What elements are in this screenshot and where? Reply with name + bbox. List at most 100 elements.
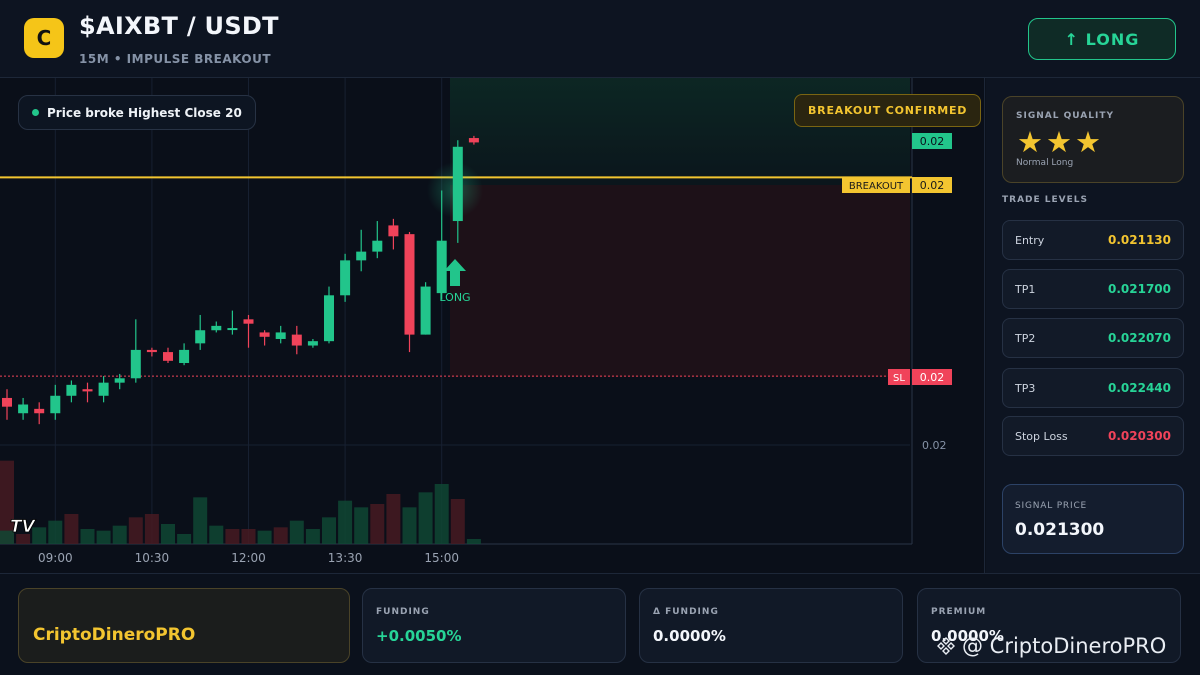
candle xyxy=(291,325,302,355)
candle-body xyxy=(259,332,270,337)
last-price-tag: 0.02 xyxy=(912,133,952,149)
svg-text:0.02: 0.02 xyxy=(920,135,945,148)
trade-level-tp1: TP1 0.021700 xyxy=(1002,269,1184,309)
trade-level-value: 0.021130 xyxy=(1107,233,1171,247)
volume-bar xyxy=(434,484,449,544)
volume-bar xyxy=(128,517,143,544)
volume-bar xyxy=(241,529,256,544)
candle xyxy=(307,338,318,348)
status-dot-icon xyxy=(32,109,39,116)
pair-subtitle: 15M • IMPULSE BREAKOUT xyxy=(79,52,272,66)
candle xyxy=(259,330,270,346)
candle-body xyxy=(146,349,157,353)
trade-level-label: TP3 xyxy=(1015,381,1036,395)
chart-canvas[interactable]: 09:00 10:30 12:00 13:30 15:00 LONG 0.02 BREA… xyxy=(0,78,985,573)
candle xyxy=(243,314,254,348)
brand-card: CriptoDineroPRO xyxy=(18,588,350,663)
candle-body xyxy=(82,389,93,392)
stop-loss-tag: SL 0.02 xyxy=(888,369,952,385)
candle-body xyxy=(404,234,415,335)
volume-bar xyxy=(161,524,175,544)
time-axis-label: 12:00 xyxy=(231,551,266,565)
brand-name: CriptoDineroPRO xyxy=(33,625,196,645)
volume-bar xyxy=(354,507,369,544)
candle-body xyxy=(211,325,222,331)
risk-zone xyxy=(450,185,910,377)
funding-card: FUNDING +0.0050% xyxy=(362,588,626,663)
pair-title: $AIXBT / USDT xyxy=(79,12,279,40)
candle-body xyxy=(452,146,463,222)
candle-body xyxy=(227,328,238,331)
time-axis-label: 13:30 xyxy=(328,551,363,565)
candle xyxy=(340,253,351,302)
breakout-tag: BREAKOUT 0.02 xyxy=(842,177,952,193)
delta-funding-title: Δ FUNDING xyxy=(653,607,719,617)
svg-text:BREAKOUT: BREAKOUT xyxy=(849,181,904,192)
volume-bar xyxy=(322,517,336,544)
volume-bar xyxy=(305,529,320,544)
candle xyxy=(146,347,157,357)
candle-body xyxy=(130,349,141,379)
candle-body xyxy=(275,332,286,339)
volume-bar xyxy=(177,534,192,544)
star-rating-icon: ★★★ xyxy=(1017,125,1104,159)
funding-title: FUNDING xyxy=(376,607,430,617)
volume-bar xyxy=(338,500,353,544)
volume-bar xyxy=(209,525,224,544)
candle-body xyxy=(291,334,302,346)
price-chart[interactable]: 09:00 10:30 12:00 13:30 15:00 LONG 0.02 BREA… xyxy=(0,78,985,573)
signal-quality-title: SIGNAL QUALITY xyxy=(1016,111,1114,121)
candle-body xyxy=(468,138,479,143)
watermark-text: @ CriptoDineroPRO xyxy=(962,634,1167,658)
volume-bar xyxy=(289,520,304,544)
trade-levels-title: TRADE LEVELS xyxy=(1002,195,1088,205)
candle-body xyxy=(18,404,29,414)
candle-body xyxy=(114,378,125,383)
candle xyxy=(324,286,334,344)
candle-body xyxy=(372,240,383,252)
candle-body xyxy=(163,352,173,361)
tradingview-logo: TV xyxy=(10,517,37,538)
candle-body xyxy=(436,240,447,294)
candle-body xyxy=(340,260,351,296)
volume-bar xyxy=(450,499,465,544)
candle xyxy=(404,231,415,353)
candle xyxy=(420,282,431,335)
premium-title: PREMIUM xyxy=(931,607,987,617)
volume-bar xyxy=(112,525,127,544)
volume-bar xyxy=(80,529,95,544)
candle xyxy=(388,218,399,250)
volume-bar xyxy=(257,530,272,544)
svg-text:0.02: 0.02 xyxy=(920,179,945,192)
candle xyxy=(179,343,190,366)
funding-value: +0.0050% xyxy=(376,627,462,645)
candle-body xyxy=(324,295,334,342)
candle xyxy=(211,321,222,333)
candle-body xyxy=(50,395,61,414)
candle xyxy=(98,376,109,403)
time-axis-label: 10:30 xyxy=(135,551,170,565)
candle xyxy=(82,382,93,403)
svg-text:TV: TV xyxy=(10,517,37,537)
volume-bar xyxy=(386,494,401,544)
signal-price-card: SIGNAL PRICE 0.021300 xyxy=(1002,484,1184,554)
long-button[interactable]: ↑ LONG xyxy=(1028,18,1176,60)
svg-text:0.02: 0.02 xyxy=(920,371,945,384)
trade-level-value: 0.022440 xyxy=(1107,381,1171,395)
candle-body xyxy=(388,225,399,237)
candle-body xyxy=(356,251,367,261)
svg-text:SL: SL xyxy=(893,373,905,384)
volume-bar xyxy=(225,529,240,544)
signal-quality-card: SIGNAL QUALITY ★★★ Normal Long xyxy=(1002,96,1184,183)
time-axis-label: 15:00 xyxy=(424,551,459,565)
status-pill: Price broke Highest Close 20 xyxy=(18,95,256,130)
breakout-confirmed-badge: BREAKOUT CONFIRMED xyxy=(794,94,982,127)
delta-funding-card: Δ FUNDING 0.0000% xyxy=(639,588,903,663)
binance-logo-icon xyxy=(937,637,955,655)
volume-bar xyxy=(273,527,288,544)
signal-quality-subtitle: Normal Long xyxy=(1016,158,1074,168)
trade-level-entry: Entry 0.021130 xyxy=(1002,220,1184,260)
app-logo: C xyxy=(24,18,64,58)
price-axis-label: 0.02 xyxy=(922,439,947,452)
candle xyxy=(372,221,383,259)
